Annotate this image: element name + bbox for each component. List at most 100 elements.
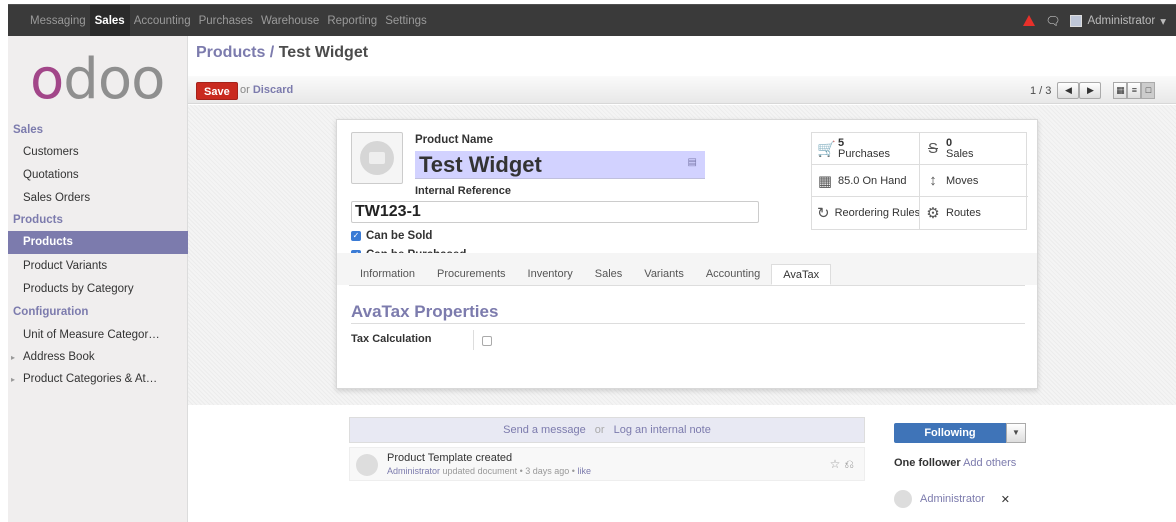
product-image[interactable] bbox=[351, 132, 403, 184]
breadcrumb-parent[interactable]: Products bbox=[196, 44, 265, 61]
tab-sales[interactable]: Sales bbox=[584, 264, 634, 285]
form-view-icon[interactable]: □ bbox=[1141, 82, 1156, 99]
routes-label: Routes bbox=[946, 207, 981, 219]
reply-icon[interactable]: ⎌ bbox=[844, 457, 854, 472]
sidebar-item-products[interactable]: Products bbox=[8, 231, 188, 254]
sidebar-section-products: Products bbox=[13, 214, 63, 226]
chat-icon[interactable]: 🗨 bbox=[1045, 14, 1060, 28]
sidebar-section-sales: Sales bbox=[13, 124, 44, 136]
following-button[interactable]: Following bbox=[894, 423, 1006, 443]
reordering-rules-label: Reordering Rules bbox=[834, 207, 920, 219]
view-switcher: ▦ ≡ □ bbox=[1113, 82, 1156, 99]
action-bar: Save or Discard 1 / 3 ◀ ▶ ▦ ≡ □ bbox=[188, 76, 1176, 104]
message-author[interactable]: Administrator bbox=[387, 466, 440, 476]
sales-label: Sales bbox=[946, 147, 974, 160]
warning-icon[interactable] bbox=[1023, 15, 1036, 26]
list-view-icon[interactable]: ≡ bbox=[1127, 82, 1142, 99]
on-hand-label: 85.0 On Hand bbox=[838, 174, 907, 187]
checkbox-checked-icon: ✓ bbox=[351, 231, 361, 241]
menu-settings[interactable]: Settings bbox=[381, 5, 431, 36]
save-button[interactable]: Save bbox=[196, 82, 238, 100]
message-meta-text: updated document • 3 days ago • bbox=[442, 466, 575, 476]
left-sidebar: odoo Sales Customers Quotations Sales Or… bbox=[8, 36, 188, 522]
sales-button[interactable]: S 0 Sales bbox=[920, 133, 1028, 165]
menu-purchases[interactable]: Purchases bbox=[195, 5, 257, 36]
user-name: Administrator bbox=[1087, 14, 1156, 27]
send-message-link[interactable]: Send a message bbox=[503, 424, 586, 436]
purchases-count: 5 bbox=[838, 136, 845, 149]
sidebar-item-quotations[interactable]: Quotations bbox=[8, 164, 188, 187]
tab-variants[interactable]: Variants bbox=[633, 264, 695, 285]
or-text: or bbox=[240, 84, 250, 96]
product-name-field[interactable]: Test Widget ▤ bbox=[415, 151, 705, 179]
sidebar-item-products-by-category[interactable]: Products by Category bbox=[8, 278, 188, 301]
tab-inventory[interactable]: Inventory bbox=[517, 264, 584, 285]
menu-sales[interactable]: Sales bbox=[89, 5, 130, 36]
star-icon[interactable]: ☆ bbox=[830, 457, 841, 472]
on-hand-button[interactable]: ▦ 85.0 On Hand bbox=[812, 165, 920, 197]
sidebar-item-sales-orders[interactable]: Sales Orders bbox=[8, 187, 188, 210]
tab-accounting[interactable]: Accounting bbox=[695, 264, 771, 285]
sidebar-section-configuration: Configuration bbox=[13, 306, 89, 318]
breadcrumb: Products / Test Widget bbox=[196, 44, 368, 62]
moves-button[interactable]: ↕ Moves bbox=[920, 165, 1028, 197]
tax-calculation-checkbox[interactable] bbox=[482, 336, 492, 346]
menu-messaging[interactable]: Messaging bbox=[26, 5, 90, 36]
camera-placeholder-icon bbox=[360, 141, 394, 175]
kanban-view-icon[interactable]: ▦ bbox=[1113, 82, 1128, 99]
pager-value: 1 / 3 bbox=[1030, 84, 1052, 97]
next-record-icon[interactable]: ▶ bbox=[1079, 82, 1102, 99]
gears-icon: ⚙ bbox=[926, 205, 940, 222]
tab-procurements[interactable]: Procurements bbox=[426, 264, 516, 285]
menu-accounting[interactable]: Accounting bbox=[130, 5, 195, 36]
tax-calculation-label: Tax Calculation bbox=[351, 333, 432, 345]
add-followers-link[interactable]: Add others bbox=[963, 457, 1016, 469]
avatax-properties-heading: AvaTax Properties bbox=[351, 302, 1025, 324]
smart-buttons: 🛒 5 Purchases S 0 Sales ▦ 85.0 On Hand ↕ M… bbox=[811, 132, 1028, 230]
reordering-rules-button[interactable]: ↻ Reordering Rules bbox=[812, 197, 920, 229]
discard-area: or Discard bbox=[240, 84, 293, 96]
user-avatar bbox=[1070, 14, 1083, 27]
menu-reporting[interactable]: Reporting bbox=[323, 5, 381, 36]
notebook-tabs: Information Procurements Inventory Sales… bbox=[349, 264, 1025, 286]
sidebar-item-uom-categories[interactable]: Unit of Measure Categor… bbox=[8, 324, 188, 347]
sidebar-item-address-book[interactable]: ▸ Address Book bbox=[8, 346, 188, 369]
building-icon: ▦ bbox=[817, 172, 833, 190]
like-link[interactable]: like bbox=[577, 466, 591, 476]
refresh-icon: ↻ bbox=[817, 205, 830, 222]
can-be-sold-label: Can be Sold bbox=[366, 230, 433, 242]
sidebar-item-product-variants[interactable]: Product Variants bbox=[8, 255, 188, 278]
log-note-link[interactable]: Log an internal note bbox=[614, 424, 711, 436]
or-text: or bbox=[594, 424, 605, 436]
moves-label: Moves bbox=[946, 174, 979, 187]
routes-button[interactable]: ⚙ Routes bbox=[920, 197, 1028, 229]
internal-reference-field[interactable]: TW123-1 bbox=[351, 201, 759, 223]
odoo-logo[interactable]: odoo bbox=[30, 52, 165, 108]
follower-name[interactable]: Administrator bbox=[920, 493, 985, 505]
sidebar-item-customers[interactable]: Customers bbox=[8, 141, 188, 164]
purchases-button[interactable]: 🛒 5 Purchases bbox=[812, 133, 920, 165]
previous-record-icon[interactable]: ◀ bbox=[1057, 82, 1080, 99]
top-menu: Messaging Sales Accounting Purchases War… bbox=[8, 5, 431, 36]
form-sheet: Product Name Test Widget ▤ Internal Refe… bbox=[336, 119, 1038, 389]
caret-right-icon: ▸ bbox=[11, 375, 16, 384]
can-be-sold-checkbox[interactable]: ✓ Can be Sold bbox=[351, 230, 432, 242]
translate-icon[interactable]: ▤ bbox=[688, 157, 697, 168]
pager: 1 / 3 ◀ ▶ ▦ ≡ □ bbox=[1030, 82, 1156, 99]
breadcrumb-current: Test Widget bbox=[278, 44, 369, 61]
followers-summary: One follower Add others bbox=[894, 456, 1024, 470]
product-name-value: Test Widget bbox=[419, 152, 542, 177]
tab-information[interactable]: Information bbox=[349, 264, 426, 285]
follower-item: Administrator ✕ bbox=[894, 490, 1010, 508]
internal-reference-label: Internal Reference bbox=[415, 185, 511, 197]
chatter-message: Product Template created Administrator u… bbox=[349, 447, 865, 481]
follow-dropdown-icon[interactable]: ▼ bbox=[1006, 423, 1026, 443]
remove-follower-icon[interactable]: ✕ bbox=[1001, 493, 1010, 506]
menu-warehouse[interactable]: Warehouse bbox=[257, 5, 323, 36]
tab-avatax[interactable]: AvaTax bbox=[771, 264, 832, 285]
caret-right-icon: ▸ bbox=[11, 353, 16, 362]
sidebar-item-product-categories[interactable]: ▸ Product Categories & At… bbox=[8, 368, 188, 391]
message-title: Product Template created bbox=[387, 452, 513, 464]
discard-button[interactable]: Discard bbox=[253, 84, 293, 96]
user-menu[interactable]: Administrator ▾ bbox=[1070, 14, 1166, 28]
